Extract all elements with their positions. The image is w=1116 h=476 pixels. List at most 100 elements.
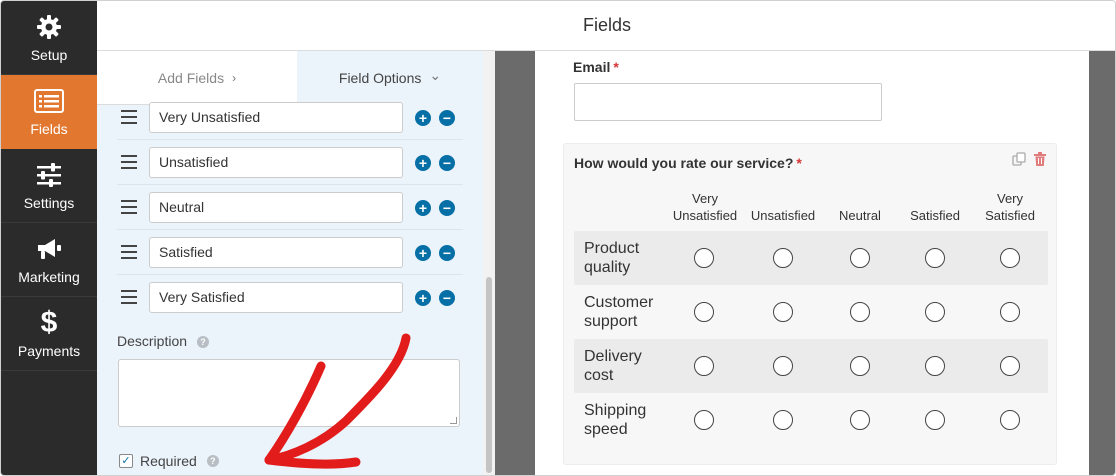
remove-choice-button[interactable]: − — [439, 110, 455, 126]
sidebar-item-label: Marketing — [18, 269, 80, 285]
field-options-panel: Add Fields › Field Options ⌄ Very Unsati… — [97, 51, 483, 475]
likert-row-label: Shipping speed — [584, 402, 647, 438]
choice-input[interactable]: Unsatisfied — [149, 147, 403, 178]
trash-icon[interactable] — [1034, 152, 1046, 166]
sidebar-item-label: Settings — [23, 195, 75, 211]
likert-column-header: Neutral — [839, 208, 881, 223]
likert-row-product-quality: Product quality — [574, 231, 1048, 285]
form-preview: Email * How would you rate our service? * — [535, 51, 1089, 475]
likert-radio[interactable] — [925, 356, 945, 376]
email-label-text: Email — [573, 59, 611, 75]
help-icon[interactable]: ? — [197, 336, 210, 349]
likert-radio[interactable] — [850, 302, 870, 322]
likert-radio[interactable] — [694, 248, 714, 268]
likert-radio[interactable] — [925, 302, 945, 322]
likert-radio[interactable] — [694, 410, 714, 430]
sidebar-item-marketing[interactable]: Marketing — [1, 223, 97, 297]
remove-choice-button[interactable]: − — [439, 245, 455, 261]
likert-column-header: Satisfied — [910, 208, 960, 223]
likert-row-customer-support: Customer support — [574, 285, 1048, 339]
help-icon[interactable]: ? — [206, 455, 219, 467]
required-star: * — [613, 59, 619, 75]
likert-radio[interactable] — [1000, 248, 1020, 268]
list-icon — [1, 87, 97, 115]
megaphone-icon — [1, 235, 97, 263]
required-label: Required — [140, 453, 197, 469]
sidebar-item-label: Setup — [30, 47, 68, 63]
scrollbar-thumb[interactable] — [486, 277, 492, 473]
form-builder-window: Setup Fields Settings Marketing $ Paymen… — [0, 0, 1116, 476]
tab-label: Field Options — [338, 70, 422, 86]
likert-radio[interactable] — [773, 410, 793, 430]
likert-radio[interactable] — [773, 248, 793, 268]
likert-row-label: Customer support — [584, 294, 654, 330]
choice-row: Very Unsatisfied + − — [117, 95, 463, 140]
likert-column-header: Very Unsatisfied — [672, 191, 738, 223]
required-option: ✓ Required? — [119, 453, 219, 469]
likert-radio[interactable] — [773, 356, 793, 376]
dollar-icon: $ — [40, 306, 58, 339]
choice-row: Neutral + − — [117, 185, 463, 230]
description-label-text: Description — [117, 333, 188, 349]
choice-input[interactable]: Satisfied — [149, 237, 403, 268]
email-field-label: Email * — [573, 59, 619, 75]
chevron-right-icon: › — [232, 70, 237, 85]
drag-handle-icon[interactable] — [121, 245, 137, 259]
likert-column-header: Very Satisfied — [985, 191, 1035, 223]
likert-row-shipping-speed: Shipping speed — [574, 393, 1048, 447]
remove-choice-button[interactable]: − — [439, 200, 455, 216]
add-choice-button[interactable]: + — [415, 155, 431, 171]
add-choice-button[interactable]: + — [415, 110, 431, 126]
add-choice-button[interactable]: + — [415, 290, 431, 306]
choice-input[interactable]: Very Satisfied — [149, 282, 403, 313]
drag-handle-icon[interactable] — [121, 200, 137, 214]
chevron-down-icon: ⌄ — [429, 66, 442, 83]
likert-radio[interactable] — [694, 356, 714, 376]
sidebar-item-payments[interactable]: $ Payments — [1, 297, 97, 371]
likert-radio[interactable] — [694, 302, 714, 322]
tab-label: Add Fields — [157, 69, 225, 86]
likert-radio[interactable] — [1000, 410, 1020, 430]
duplicate-icon[interactable] — [1012, 152, 1026, 166]
choice-input[interactable]: Neutral — [149, 192, 403, 223]
sidebar-item-label: Payments — [17, 343, 81, 359]
sidebar-item-setup[interactable]: Setup — [1, 1, 97, 75]
likert-radio[interactable] — [925, 248, 945, 268]
likert-radio[interactable] — [925, 410, 945, 430]
remove-choice-button[interactable]: − — [439, 290, 455, 306]
sidebar-item-settings[interactable]: Settings — [1, 149, 97, 223]
likert-column-header: Unsatisfied — [750, 208, 816, 223]
likert-row-label: Product quality — [584, 240, 640, 276]
likert-question: How would you rate our service? * — [574, 155, 802, 171]
description-textarea[interactable] — [118, 359, 460, 427]
likert-radio[interactable] — [850, 248, 870, 268]
likert-question-text: How would you rate our service? — [574, 155, 794, 171]
likert-radio[interactable] — [773, 302, 793, 322]
drag-handle-icon[interactable] — [121, 155, 137, 169]
required-checkbox[interactable]: ✓ — [119, 454, 133, 468]
likert-scale-field[interactable]: How would you rate our service? * Very Uns… — [563, 143, 1057, 465]
likert-radio[interactable] — [850, 410, 870, 430]
email-field[interactable] — [574, 83, 882, 121]
likert-row-label: Delivery cost — [584, 348, 642, 384]
page-title: Fields — [582, 15, 631, 35]
sidebar: Setup Fields Settings Marketing $ Paymen… — [1, 1, 97, 475]
choice-input[interactable]: Very Unsatisfied — [149, 102, 403, 133]
panel-scrollbar[interactable] — [483, 51, 495, 475]
likert-radio[interactable] — [1000, 356, 1020, 376]
choice-row: Unsatisfied + − — [117, 140, 463, 185]
drag-handle-icon[interactable] — [121, 110, 137, 124]
likert-radio[interactable] — [1000, 302, 1020, 322]
choice-row: Satisfied + − — [117, 230, 463, 275]
drag-handle-icon[interactable] — [121, 290, 137, 304]
remove-choice-button[interactable]: − — [439, 155, 455, 171]
description-label: Description? — [117, 333, 210, 349]
sidebar-item-fields[interactable]: Fields — [1, 75, 97, 149]
add-choice-button[interactable]: + — [415, 200, 431, 216]
gear-icon — [1, 13, 97, 41]
likert-radio[interactable] — [850, 356, 870, 376]
resize-grip-icon[interactable] — [450, 417, 457, 424]
header: Fields — [97, 1, 1115, 51]
sliders-icon — [1, 161, 97, 189]
add-choice-button[interactable]: + — [415, 245, 431, 261]
